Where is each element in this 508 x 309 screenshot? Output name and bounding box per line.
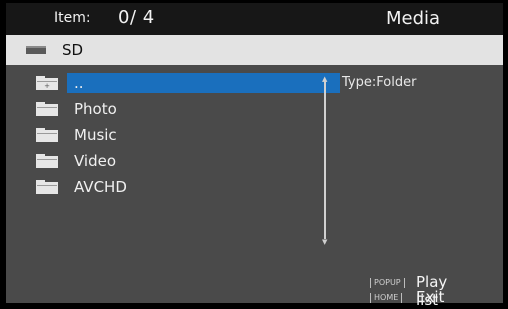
folder-icon <box>36 128 58 142</box>
list-item-label: Video <box>74 152 117 170</box>
popup-key-icon: POPUP <box>370 278 405 288</box>
list-item-parent[interactable]: + .. <box>36 73 340 93</box>
list-item-label: .. <box>74 74 84 92</box>
file-list: + .. Photo Music Video AVCHD <box>6 73 340 203</box>
parent-folder-icon: + <box>36 76 58 90</box>
header-bar: Item: 0/ 4 Media <box>6 3 503 35</box>
location-bar: SD <box>6 35 503 65</box>
folder-icon <box>36 180 58 194</box>
home-action-label: Exit <box>416 288 445 306</box>
list-item-label: AVCHD <box>74 178 127 196</box>
media-browser: Item: 0/ 4 Media SD + .. Photo Music Vid… <box>6 3 503 309</box>
list-item-avchd[interactable]: AVCHD <box>36 177 310 197</box>
svg-text:+: + <box>44 82 50 90</box>
drive-icon <box>26 46 46 54</box>
location-label: SD <box>62 41 84 59</box>
item-label: Item: <box>54 10 91 26</box>
scroll-down-icon: ▼ <box>322 238 328 246</box>
folder-icon <box>36 102 58 116</box>
list-item-music[interactable]: Music <box>36 125 310 145</box>
list-item-label: Photo <box>74 100 117 118</box>
item-type-info: Type:Folder <box>342 75 417 90</box>
screen: Item: 0/ 4 Media SD + .. Photo Music Vid… <box>0 0 508 309</box>
scrollbar[interactable]: ▲ ▼ <box>322 75 329 247</box>
item-count: 0/ 4 <box>118 7 155 28</box>
list-item-video[interactable]: Video <box>36 151 310 171</box>
selection-highlight <box>67 73 340 93</box>
page-title: Media <box>386 8 441 29</box>
list-item-photo[interactable]: Photo <box>36 99 310 119</box>
list-item-label: Music <box>74 126 117 144</box>
folder-icon <box>36 154 58 168</box>
home-key-icon: HOME <box>370 293 403 303</box>
scroll-track <box>324 81 326 239</box>
